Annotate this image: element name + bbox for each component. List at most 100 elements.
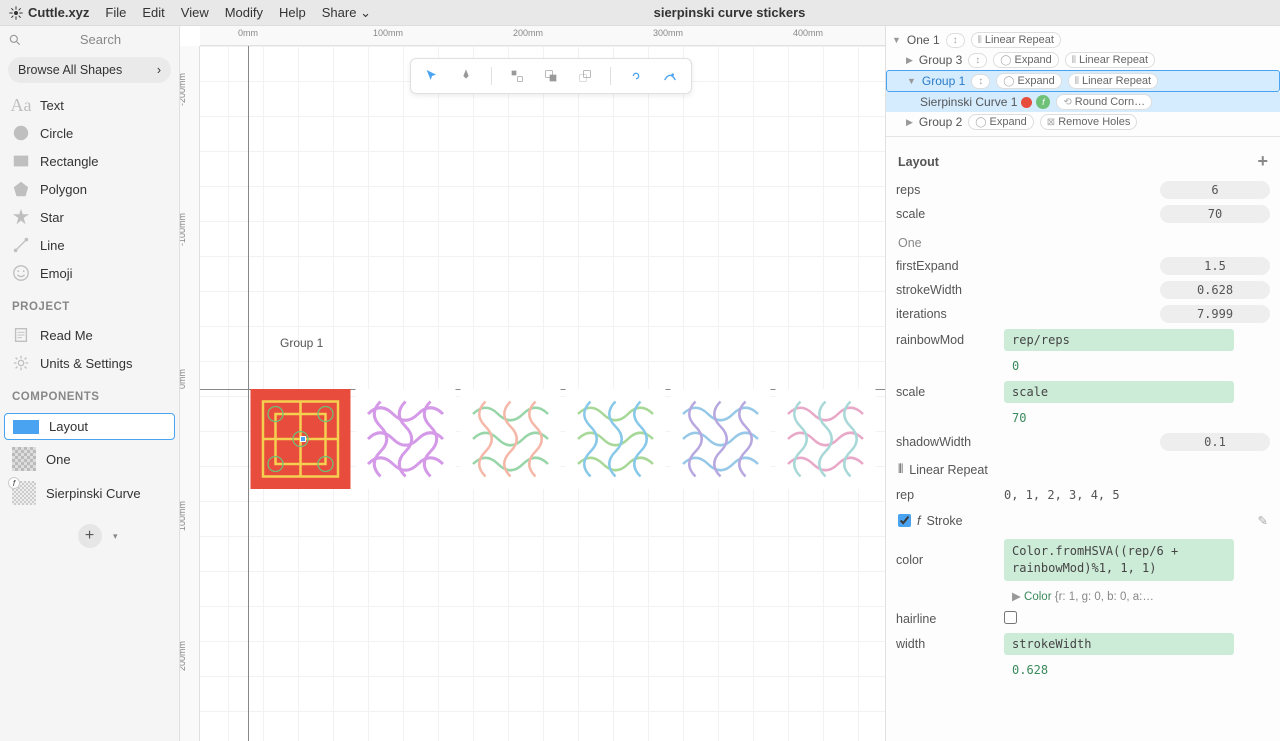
outline-tree: ▼ One 1 ↕ ⫴Linear Repeat ▶ Group 3 ↕ ◯Ex… [886, 26, 1280, 137]
canvas[interactable]: Group 1 [200, 46, 885, 741]
canvas-area: 0mm 100mm 200mm 300mm 400mm -200mm -100m… [180, 26, 885, 741]
outline-sierpinski[interactable]: Sierpinski Curve 1 f ⟲Round Corn… [886, 92, 1280, 112]
stroke-enabled-checkbox[interactable] [898, 514, 911, 527]
shape-emoji[interactable]: Emoji [0, 259, 179, 287]
right-panel: ▼ One 1 ↕ ⫴Linear Repeat ▶ Group 3 ↕ ◯Ex… [885, 26, 1280, 741]
project-settings[interactable]: Units & Settings [0, 349, 179, 377]
component-layout[interactable]: Layout [4, 413, 175, 440]
script-icon: f [917, 514, 920, 528]
top-menu-bar: Cuttle.xyz File Edit View Modify Help Sh… [0, 0, 1280, 26]
star-icon [12, 208, 30, 226]
modifier-linear-repeat[interactable]: ⫴Linear Repeat [1068, 73, 1158, 89]
gear-icon [12, 354, 30, 372]
strokewidth-input[interactable]: 0.628 [1160, 281, 1270, 299]
sierpinski-swatch-icon [12, 481, 36, 505]
ruler-horizontal: 0mm 100mm 200mm 300mm 400mm [200, 26, 885, 46]
modifier-remove-holes[interactable]: ⊠Remove Holes [1040, 114, 1138, 130]
script-icon[interactable]: f [1036, 95, 1050, 109]
add-component-button[interactable]: + [78, 524, 102, 548]
line-icon [12, 236, 30, 254]
component-sierpinski[interactable]: Sierpinski Curve [0, 476, 179, 510]
tile-2 [458, 389, 563, 489]
reps-input[interactable]: 6 [1160, 181, 1270, 199]
color-expr-input[interactable]: Color.fromHSVA((rep/6 + rainbowMod)%1, 1… [1004, 539, 1234, 581]
fill-color-dot[interactable] [1021, 97, 1032, 108]
transform-tool-3[interactable] [574, 65, 596, 87]
text-icon: Aa [12, 96, 30, 114]
chevron-right-icon: › [157, 63, 161, 77]
transform-tool-1[interactable] [506, 65, 528, 87]
layout-swatch-icon [13, 420, 39, 434]
artwork-tiles[interactable] [248, 389, 878, 489]
modifier-move-icon[interactable]: ↕ [946, 33, 965, 48]
curve-tool[interactable] [659, 65, 681, 87]
modifier-expand[interactable]: ◯Expand [996, 73, 1062, 89]
subsection-one: One [896, 226, 1270, 254]
app-logo[interactable]: Cuttle.xyz [8, 5, 89, 21]
circle-icon [12, 124, 30, 142]
outline-root[interactable]: ▼ One 1 ↕ ⫴Linear Repeat [886, 30, 1280, 50]
shape-line[interactable]: Line [0, 231, 179, 259]
menu-file[interactable]: File [105, 5, 126, 21]
modifier-linear-repeat[interactable]: ⫴Linear Repeat [1065, 52, 1155, 68]
firstexpand-input[interactable]: 1.5 [1160, 257, 1270, 275]
expand-icon[interactable]: ▶ [906, 55, 913, 66]
shape-polygon[interactable]: Polygon [0, 175, 179, 203]
ruler-vertical: -200mm -100mm 0mm 100mm 200mm [180, 46, 200, 741]
transform-tool-2[interactable] [540, 65, 562, 87]
component-one[interactable]: One [0, 442, 179, 476]
outline-group3[interactable]: ▶ Group 3 ↕ ◯Expand ⫴Linear Repeat [886, 50, 1280, 70]
edit-stroke-button[interactable]: ✎ [1258, 513, 1268, 528]
pen-tool[interactable] [455, 65, 477, 87]
link-tool[interactable] [625, 65, 647, 87]
scale-expr-input[interactable]: scale [1004, 381, 1234, 403]
prop-label-reps: reps [896, 183, 996, 197]
menu-edit[interactable]: Edit [142, 5, 164, 21]
search-icon [8, 33, 22, 47]
properties-panel: Layout + reps6 scale70 One firstExpand1.… [886, 137, 1280, 741]
shadowwidth-input[interactable]: 0.1 [1160, 433, 1270, 451]
search-row[interactable]: Search [0, 26, 179, 53]
shape-star[interactable]: Star [0, 203, 179, 231]
scale-result: 70 [1004, 409, 1034, 427]
collapse-icon[interactable]: ▼ [907, 76, 916, 86]
left-sidebar: Search Browse All Shapes › AaText Circle… [0, 26, 180, 741]
shape-text[interactable]: AaText [0, 91, 179, 119]
document-title: sierpinski curve stickers [187, 5, 1272, 20]
modifier-expand[interactable]: ◯Expand [993, 52, 1059, 68]
modifier-move-icon[interactable]: ↕ [971, 74, 990, 89]
selection-handle[interactable] [300, 436, 306, 442]
rainbowmod-input[interactable]: rep/reps [1004, 329, 1234, 351]
modifier-expand[interactable]: ◯Expand [968, 114, 1034, 130]
rep-value: 0, 1, 2, 3, 4, 5 [1004, 488, 1120, 502]
color-result: ▶ Color {r: 1, g: 0, b: 0, a:… [1004, 587, 1162, 605]
selection-label: Group 1 [280, 336, 323, 350]
iterations-input[interactable]: 7.999 [1160, 305, 1270, 323]
browse-all-shapes-button[interactable]: Browse All Shapes › [8, 57, 171, 83]
linear-repeat-icon: ⫴ [898, 462, 903, 477]
shape-circle[interactable]: Circle [0, 119, 179, 147]
polygon-icon [12, 180, 30, 198]
modifier-round-corners[interactable]: ⟲Round Corn… [1056, 94, 1152, 110]
tile-1 [353, 389, 458, 489]
modifier-linear-repeat[interactable]: ⫴Linear Repeat [971, 32, 1061, 48]
canvas-toolbar [410, 58, 692, 94]
expand-icon[interactable]: ▶ [906, 117, 913, 128]
width-expr-input[interactable]: strokeWidth [1004, 633, 1234, 655]
app-name: Cuttle.xyz [28, 5, 89, 20]
outline-group2[interactable]: ▶ Group 2 ◯Expand ⊠Remove Holes [886, 112, 1280, 132]
select-tool[interactable] [421, 65, 443, 87]
modifier-move-icon[interactable]: ↕ [968, 53, 987, 68]
doc-icon [12, 326, 30, 344]
scale-input[interactable]: 70 [1160, 205, 1270, 223]
project-readme[interactable]: Read Me [0, 321, 179, 349]
one-swatch-icon [12, 447, 36, 471]
hairline-checkbox[interactable] [1004, 611, 1017, 624]
collapse-icon[interactable]: ▼ [892, 35, 901, 45]
shape-list: AaText Circle Rectangle Polygon Star Lin… [0, 87, 179, 291]
outline-group1[interactable]: ▼ Group 1 ↕ ◯Expand ⫴Linear Repeat [886, 70, 1280, 92]
shape-rectangle[interactable]: Rectangle [0, 147, 179, 175]
components-section-label: COMPONENTS [0, 381, 179, 407]
subsection-stroke: f Stroke ✎ [896, 505, 1270, 536]
add-property-button[interactable]: + [1257, 151, 1268, 172]
